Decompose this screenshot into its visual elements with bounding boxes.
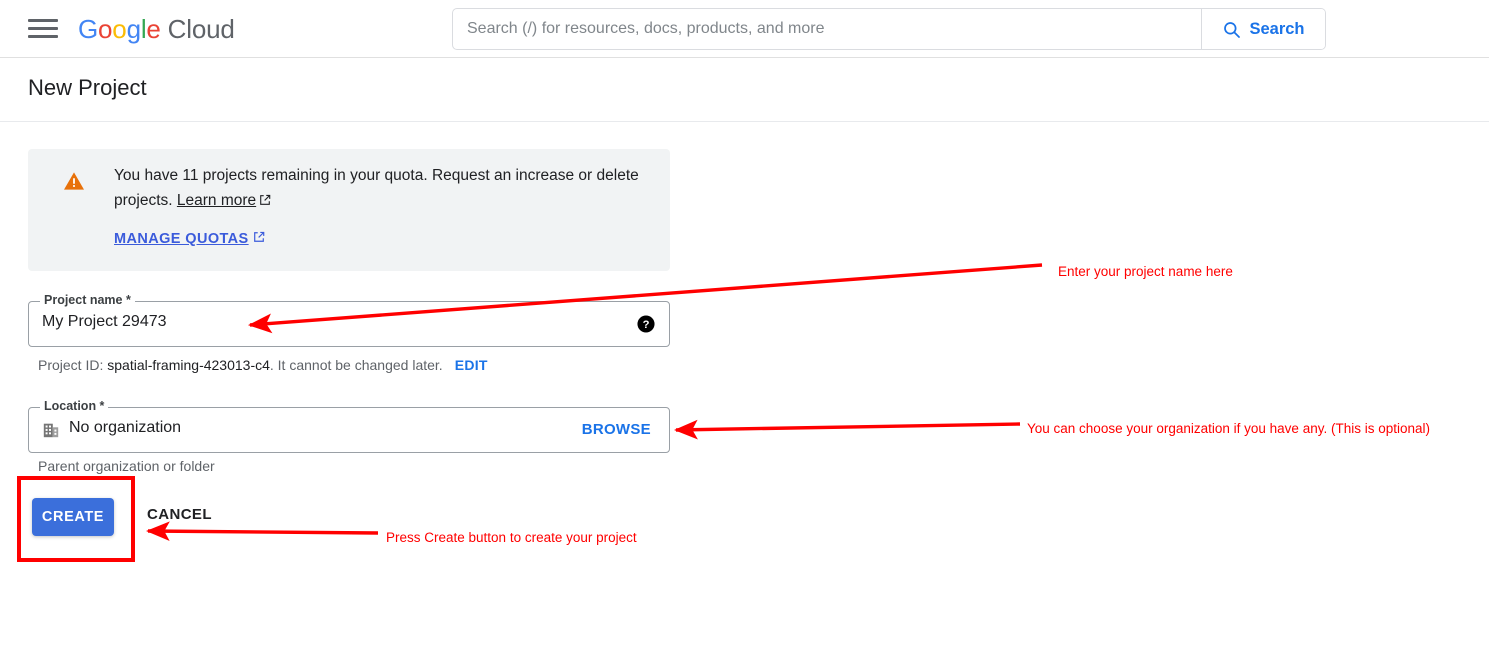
learn-more-label: Learn more [176,192,257,209]
location-helper-text: Parent organization or folder [38,458,215,474]
search-button-label: Search [1249,19,1305,38]
edit-project-id-link[interactable]: EDIT [455,357,488,373]
learn-more-link[interactable]: Learn more [177,192,256,209]
search-icon [1222,20,1241,39]
global-search-bar[interactable]: Search [452,8,1326,50]
cancel-button[interactable]: CANCEL [147,506,212,523]
hamburger-bar [28,19,58,22]
logo-letter-g1: G [78,13,99,44]
external-link-icon [259,189,271,214]
project-id-value: spatial-framing-423013-c4 [107,357,270,373]
annotation-label-project-name: Enter your project name here [1058,264,1233,279]
location-value[interactable]: No organization [69,419,181,437]
logo-letter-e: e [146,13,161,44]
project-name-field[interactable]: Project name * My Project 29473 ? [28,293,670,347]
location-field[interactable]: Location * No organization BROWSE [28,399,670,453]
search-button[interactable]: Search [1201,9,1325,49]
external-link-icon [253,231,265,247]
app-bar: Google Cloud Search [0,0,1489,58]
location-label: Location * [40,399,109,413]
page-title: New Project [28,75,147,100]
hamburger-bar [28,26,58,30]
project-id-suffix: . It cannot be changed later. [269,357,443,373]
hamburger-menu-icon[interactable] [26,16,60,42]
organization-building-icon [42,421,60,439]
annotation-arrow-location [673,419,1021,440]
logo-letter-g2: g [126,13,141,44]
project-id-info: Project ID: spatial-framing-423013-c4. I… [38,357,488,373]
project-id-prefix: Project ID: [38,357,108,373]
logo-cloud-word: Cloud [167,13,235,44]
warning-triangle-icon [63,171,85,191]
hamburger-bar [28,34,58,38]
project-name-value[interactable]: My Project 29473 [42,313,167,331]
annotation-arrow-create [145,521,379,542]
logo-letter-o2: o [112,13,127,44]
annotation-label-location: You can choose your organization if you … [1027,421,1430,436]
quota-notice-text: You have 11 projects remaining in your q… [114,163,644,214]
annotation-label-create: Press Create button to create your proje… [386,530,637,545]
logo-letter-o1: o [98,13,113,44]
manage-quotas-link[interactable]: MANAGE QUOTAS [114,231,265,247]
manage-quotas-label: MANAGE QUOTAS [114,231,249,247]
page-title-bar: New Project [0,58,1489,122]
help-circle-icon[interactable]: ? [637,315,655,333]
project-name-label: Project name * [40,293,135,307]
svg-text:?: ? [643,319,650,331]
browse-location-button[interactable]: BROWSE [582,421,651,438]
google-cloud-logo[interactable]: Google Cloud [78,13,235,45]
search-input[interactable] [453,9,1201,49]
create-button[interactable]: CREATE [32,498,114,536]
quota-notice-card: You have 11 projects remaining in your q… [28,149,670,271]
